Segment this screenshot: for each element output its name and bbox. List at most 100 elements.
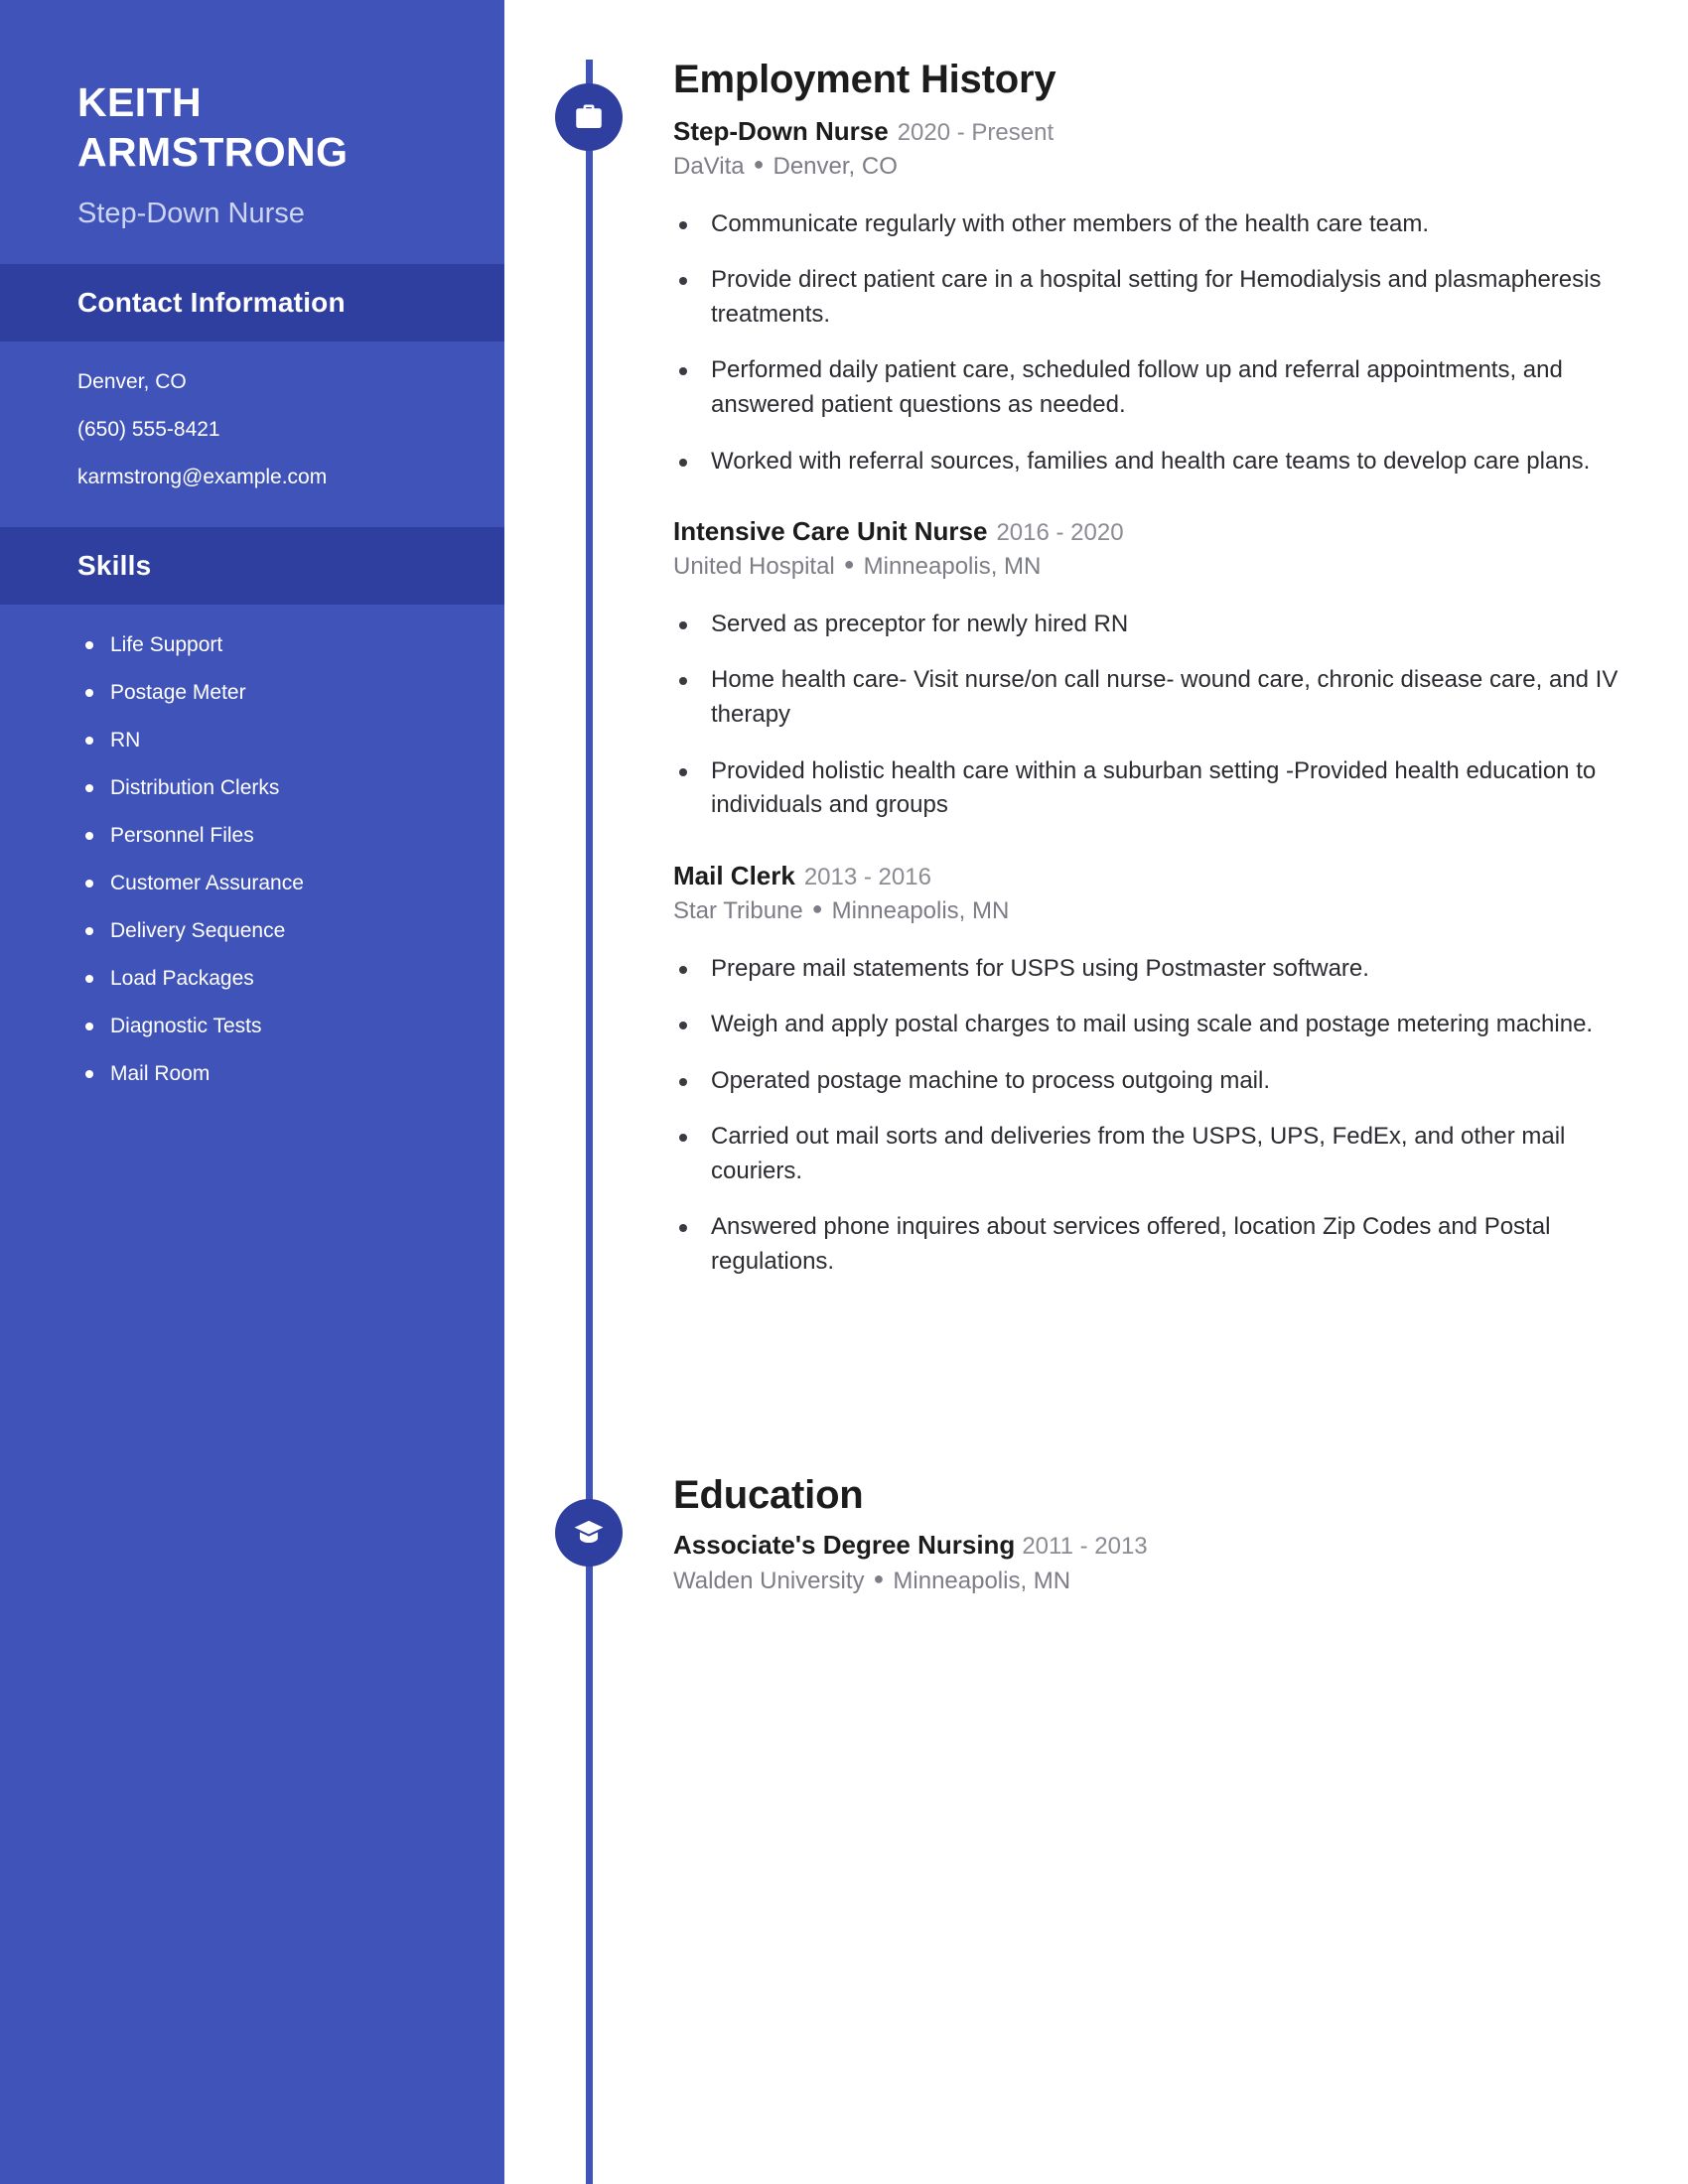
spacer-above-skills [0, 497, 504, 527]
contact-heading: Contact Information [77, 287, 346, 319]
list-item: Load Packages [77, 968, 475, 989]
bullet-text: Prepare mail statements for USPS using P… [711, 954, 1369, 982]
contact-list: Denver, CO (650) 555-8421 karmstrong@exa… [0, 341, 504, 497]
candidate-role: Step-Down Nurse [77, 198, 305, 230]
education-school: Walden University [673, 1568, 865, 1594]
bullet-text: Home health care- Visit nurse/on call nu… [711, 666, 1618, 729]
list-item: Customer Assurance [77, 873, 475, 893]
job-meta: United Hospital ● Minneapolis, MN [673, 552, 1688, 582]
skill-label: Life Support [110, 633, 223, 657]
skill-label: RN [110, 729, 141, 752]
job-bullets: Served as preceptor for newly hired RN H… [673, 608, 1688, 823]
briefcase-icon [555, 83, 623, 151]
list-item: Mail Room [77, 1063, 475, 1084]
resume-page: KEITH ARMSTRONG Step-Down Nurse Contact … [0, 0, 1688, 2184]
bullet-dot-icon [85, 1023, 93, 1031]
candidate-name-line-1: KEITH [77, 79, 202, 125]
list-item: Postage Meter [77, 682, 475, 703]
list-item: Personnel Files [77, 825, 475, 846]
page-title: Employment History [673, 58, 1056, 101]
job-dates: 2016 - 2020 [996, 519, 1124, 547]
job-company: Star Tribune [673, 896, 803, 924]
skill-label: Distribution Clerks [110, 776, 280, 800]
candidate-name-line-2: ARMSTRONG [77, 129, 349, 176]
list-item: Operated postage machine to process outg… [673, 1064, 1626, 1099]
skill-label: Customer Assurance [110, 872, 304, 895]
job-location: Minneapolis, MN [863, 552, 1042, 580]
main-content: Employment History Step-Down Nurse 2020 -… [504, 0, 1688, 2184]
bullet-text: Provide direct patient care in a hospita… [711, 266, 1602, 328]
job-title: Step-Down Nurse [673, 116, 889, 146]
skills-heading: Skills [77, 550, 152, 582]
separator-dot-icon: ● [753, 153, 765, 174]
list-item: Served as preceptor for newly hired RN [673, 608, 1626, 642]
job-title: Mail Clerk [673, 860, 795, 890]
bullet-dot-icon [85, 832, 93, 841]
separator-dot-icon: ● [811, 897, 823, 918]
bullet-text: Weigh and apply postal charges to mail u… [711, 1011, 1594, 1038]
job-dates: 2013 - 2016 [803, 863, 931, 890]
job-company: DaVita [673, 152, 745, 180]
skill-label: Load Packages [110, 967, 254, 991]
list-item: Performed daily patient care, scheduled … [673, 353, 1626, 422]
list-item: Distribution Clerks [77, 777, 475, 798]
bullet-dot-icon [85, 1070, 93, 1079]
bullet-dot-icon [679, 1134, 687, 1143]
bullet-dot-icon [679, 677, 687, 686]
education-dates: 2011 - 2013 [1022, 1533, 1148, 1560]
bullet-dot-icon [679, 620, 687, 629]
job-entry: Mail Clerk 2013 - 2016 Star Tribune ● Minne… [673, 861, 1688, 1280]
contact-email[interactable]: karmstrong@example.com [77, 467, 465, 487]
list-item: Provide direct patient care in a hospita… [673, 263, 1626, 332]
spacer-above-contact [0, 231, 504, 264]
bullet-text: Communicate regularly with other members… [711, 209, 1429, 237]
bullet-dot-icon [679, 1022, 687, 1030]
bullet-dot-icon [679, 277, 687, 286]
page-title: Education [673, 1473, 864, 1517]
education-content: Education Associate's Degree Nursing 2011… [504, 1473, 1688, 1595]
bullet-text: Performed daily patient care, scheduled … [711, 356, 1563, 419]
job-meta: Star Tribune ● Minneapolis, MN [673, 896, 1688, 926]
separator-dot-icon: ● [873, 1569, 885, 1588]
bullet-text: Operated postage machine to process outg… [711, 1066, 1271, 1094]
job-headline: Intensive Care Unit Nurse 2016 - 2020 [673, 516, 1688, 547]
job-title: Intensive Care Unit Nurse [673, 516, 988, 547]
job-company: United Hospital [673, 552, 835, 580]
bullet-dot-icon [679, 767, 687, 776]
job-meta: DaVita ● Denver, CO [673, 152, 1688, 182]
job-location: Denver, CO [773, 152, 898, 180]
skill-label: Delivery Sequence [110, 919, 286, 943]
skill-label: Mail Room [110, 1062, 211, 1086]
contact-phone[interactable]: (650) 555-8421 [77, 419, 465, 440]
list-item: Diagnostic Tests [77, 1016, 475, 1036]
job-headline: Mail Clerk 2013 - 2016 [673, 861, 1688, 891]
job-headline: Step-Down Nurse 2020 - Present [673, 116, 1688, 147]
bullet-dot-icon [85, 737, 93, 746]
education-entry: Associate's Degree Nursing 2011 - 2013 Wa… [673, 1530, 1688, 1595]
bullet-dot-icon [679, 458, 687, 467]
bullet-text: Provided holistic health care within a s… [711, 756, 1597, 819]
list-item: Answered phone inquires about services o… [673, 1210, 1626, 1279]
employment-history-section: Employment History Step-Down Nurse 2020 -… [504, 58, 1688, 1279]
bullet-text: Worked with referral sources, families a… [711, 447, 1591, 475]
bullet-dot-icon [679, 1077, 687, 1086]
list-item: Delivery Sequence [77, 920, 475, 941]
list-item: Worked with referral sources, families a… [673, 445, 1626, 479]
bullet-dot-icon [85, 784, 93, 793]
bullet-dot-icon [679, 367, 687, 376]
education-section: Education Associate's Degree Nursing 2011… [504, 1473, 1688, 1595]
list-item: Carried out mail sorts and deliveries fr… [673, 1120, 1626, 1188]
bullet-dot-icon [85, 641, 93, 650]
list-item: Communicate regularly with other members… [673, 207, 1626, 242]
contact-section-header: Contact Information [0, 264, 504, 342]
job-entry: Intensive Care Unit Nurse 2016 - 2020 Uni… [673, 516, 1688, 823]
list-item: Home health care- Visit nurse/on call nu… [673, 663, 1626, 732]
job-bullets: Prepare mail statements for USPS using P… [673, 952, 1688, 1280]
bullet-dot-icon [85, 927, 93, 936]
separator-dot-icon: ● [843, 553, 855, 574]
job-location: Minneapolis, MN [831, 896, 1010, 924]
bullet-text: Served as preceptor for newly hired RN [711, 610, 1129, 637]
skill-label: Postage Meter [110, 681, 246, 705]
bullet-dot-icon [85, 689, 93, 698]
education-meta: Walden University ● Minneapolis, MN [673, 1568, 1688, 1595]
